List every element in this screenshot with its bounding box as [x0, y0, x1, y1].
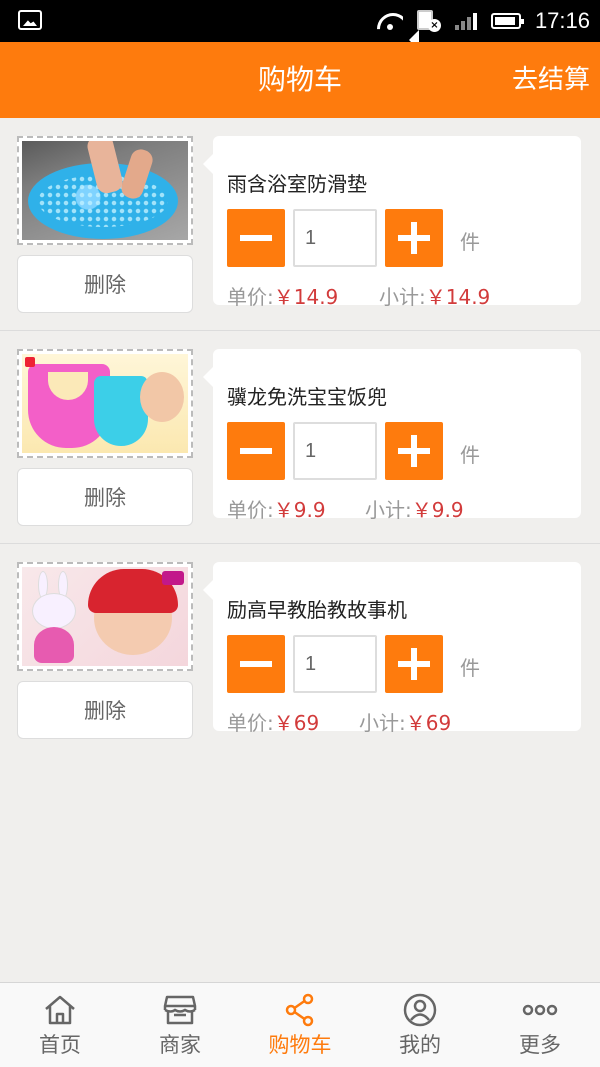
- unit-label: 件: [460, 230, 480, 254]
- nav-item-more[interactable]: 更多: [480, 983, 600, 1067]
- signal-icon: [454, 12, 477, 30]
- home-icon: [45, 995, 75, 1025]
- status-time: 17:16: [534, 8, 590, 33]
- increase-quantity-button[interactable]: [385, 209, 443, 267]
- product-card: 雨含浴室防滑垫 件 单价:￥14.9 小计:￥14.9: [203, 136, 581, 309]
- decrease-quantity-button[interactable]: [227, 422, 285, 480]
- nav-label: 我的: [399, 1033, 441, 1057]
- unit-price: 单价:￥9.9: [227, 498, 326, 522]
- product-image[interactable]: [17, 562, 193, 671]
- share-icon: [285, 993, 314, 1027]
- sim-card-icon: ×: [408, 10, 441, 50]
- nav-label: 商家: [159, 1033, 201, 1057]
- cart-item: 删除 骥龙免洗宝宝饭兜 件 单价:￥9.9 小计:￥9.9: [0, 331, 600, 544]
- product-card: 骥龙免洗宝宝饭兜 件 单价:￥9.9 小计:￥9.9: [203, 349, 581, 522]
- battery-icon: [490, 13, 524, 29]
- product-image[interactable]: [17, 136, 193, 245]
- unit-label: 件: [460, 656, 480, 680]
- checkout-button[interactable]: 去结算: [512, 42, 590, 118]
- product-image[interactable]: [17, 349, 193, 458]
- product-name[interactable]: 励高早教胎教故事机: [227, 598, 407, 622]
- subtotal: 小计:￥14.9: [379, 285, 491, 309]
- subtotal: 小计:￥9.9: [365, 498, 464, 522]
- delete-button[interactable]: 删除: [17, 255, 193, 313]
- quantity-input[interactable]: [293, 209, 377, 267]
- product-card: 励高早教胎教故事机 件 单价:￥69 小计:￥69: [203, 562, 581, 735]
- decrease-quantity-button[interactable]: [227, 209, 285, 267]
- user-icon: [403, 993, 437, 1027]
- nav-label: 购物车: [268, 1033, 332, 1057]
- status-bar: × 17:16: [0, 0, 600, 50]
- nav-item-cart[interactable]: 购物车: [240, 983, 360, 1067]
- nav-label: 更多: [519, 1033, 561, 1057]
- nav-item-store[interactable]: 商家: [120, 983, 240, 1067]
- quantity-input[interactable]: [293, 422, 377, 480]
- unit-price: 单价:￥14.9: [227, 285, 339, 309]
- app-header: 购物车 去结算: [0, 42, 600, 118]
- product-name[interactable]: 骥龙免洗宝宝饭兜: [227, 385, 387, 409]
- page-title: 购物车: [257, 63, 342, 96]
- increase-quantity-button[interactable]: [385, 635, 443, 693]
- cart-item: 删除 雨含浴室防滑垫 件 单价:￥14.9 小计:￥14.9: [0, 118, 600, 331]
- unit-price: 单价:￥69: [227, 711, 320, 735]
- quantity-input[interactable]: [293, 635, 377, 693]
- delete-button[interactable]: 删除: [17, 681, 193, 739]
- wifi-icon: [377, 11, 403, 31]
- nav-label: 首页: [39, 1033, 81, 1057]
- unit-label: 件: [460, 443, 480, 467]
- nav-item-home[interactable]: 首页: [0, 983, 120, 1067]
- store-icon: [163, 995, 197, 1025]
- image-icon: [18, 10, 42, 30]
- more-icon: [522, 1004, 558, 1016]
- product-name[interactable]: 雨含浴室防滑垫: [227, 172, 367, 196]
- status-icons: × 17:16: [377, 0, 590, 50]
- nav-item-mine[interactable]: 我的: [360, 983, 480, 1067]
- increase-quantity-button[interactable]: [385, 422, 443, 480]
- delete-button[interactable]: 删除: [17, 468, 193, 526]
- cart-item: 删除 励高早教胎教故事机 件 单价:￥69 小计:￥69: [0, 544, 600, 757]
- bottom-navigation: 首页 商家 购物车 我的 更多: [0, 982, 600, 1067]
- decrease-quantity-button[interactable]: [227, 635, 285, 693]
- subtotal: 小计:￥69: [359, 711, 452, 735]
